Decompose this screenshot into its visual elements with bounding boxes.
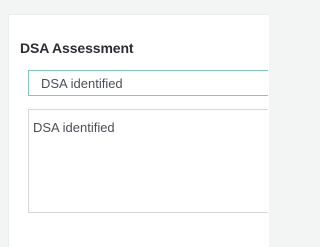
dsa-assessment-select-value: DSA identified xyxy=(41,76,123,91)
section-title: DSA Assessment xyxy=(20,40,134,56)
dsa-assessment-select[interactable]: DSA identified xyxy=(28,70,268,96)
dsa-assessment-textarea[interactable]: DSA identified xyxy=(28,109,268,213)
